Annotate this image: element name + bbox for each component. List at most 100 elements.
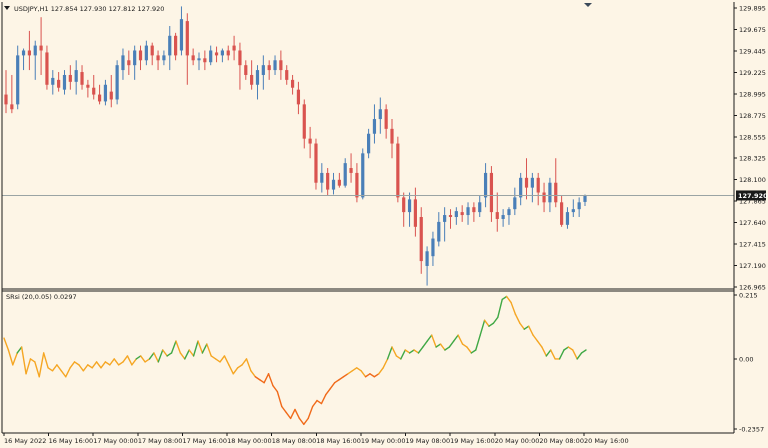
candle-bearish: [92, 87, 96, 95]
candle-bearish: [326, 172, 330, 190]
candle-bearish: [86, 84, 90, 88]
candle-bearish: [174, 35, 178, 56]
candle-bearish: [185, 21, 189, 56]
candle-bullish: [62, 74, 67, 90]
candle-bullish: [33, 45, 37, 56]
candle-bearish: [214, 52, 219, 56]
candle-bearish: [150, 45, 154, 56]
candle-bullish: [443, 215, 447, 222]
candle-bearish: [390, 128, 394, 144]
candle-bearish: [238, 50, 242, 66]
indicator-tick-label: 0.215: [739, 292, 758, 300]
candle-bearish: [57, 79, 61, 88]
candle-bullish: [565, 212, 570, 225]
candle-bullish: [74, 70, 78, 82]
candle-bearish: [396, 143, 400, 198]
candle-bearish: [419, 217, 423, 262]
price-tick-label: 128.555: [739, 133, 766, 141]
time-tick-label: 19 May 16:00: [450, 437, 495, 445]
candle-bearish: [402, 197, 406, 213]
candle-bearish: [308, 138, 312, 144]
candle-bullish: [431, 238, 435, 257]
candle-bearish: [10, 104, 14, 110]
candle-bullish: [501, 215, 505, 219]
price-tick-label: 128.995: [739, 90, 766, 98]
candle-bearish: [355, 172, 359, 198]
candle-bearish: [536, 177, 540, 193]
candle-bullish: [197, 58, 201, 61]
price-tick-label: 128.325: [739, 155, 766, 163]
candle-bullish: [273, 60, 277, 71]
current-price-label: 127.920: [738, 192, 768, 200]
candle-bullish: [519, 177, 523, 198]
price-tick-label: 127.190: [739, 262, 766, 270]
candle-bullish: [361, 153, 365, 198]
candle-bearish: [314, 143, 318, 183]
price-tick-label: 129.675: [739, 26, 766, 34]
time-tick-label: 16 May 2022: [4, 437, 46, 445]
candle-bullish: [407, 199, 412, 213]
candle-bullish: [220, 50, 224, 56]
candle-bearish: [80, 72, 84, 85]
candle-bullish: [530, 177, 534, 188]
candle-bullish: [121, 55, 125, 71]
time-tick-label: 17 May 16:00: [182, 437, 227, 445]
indicator-tick-label: 0.00: [739, 355, 753, 363]
chart-svg[interactable]: 129.895 129.675 129.445 129.225 128.995 128.7…: [0, 0, 768, 448]
candle-bearish: [127, 60, 131, 66]
candle-bearish: [97, 94, 102, 102]
candle-bearish: [279, 60, 283, 71]
candle-bearish: [45, 52, 49, 85]
candle-bearish: [302, 104, 306, 139]
candle-bullish: [483, 172, 488, 198]
indicator-tick-label: -0.2357: [739, 426, 764, 434]
time-tick-label: 20 May 00:00: [495, 437, 540, 445]
candle-bearish: [554, 182, 558, 203]
candle-bullish: [209, 50, 213, 63]
candle-bullish: [372, 119, 377, 134]
time-tick-label: 17 May 08:00: [138, 437, 183, 445]
candle-bearish: [560, 202, 564, 225]
candle-bearish: [524, 177, 529, 188]
time-tick-label: 16 May 16:00: [49, 437, 94, 445]
candle-bullish: [144, 45, 148, 61]
candle-bullish: [513, 197, 517, 210]
candle-bearish: [68, 74, 72, 82]
candle-bearish: [250, 74, 254, 85]
price-tick-label: 127.640: [739, 219, 766, 227]
time-tick-label: 18 May 08:00: [272, 437, 317, 445]
candle-bearish: [138, 50, 143, 61]
candle-bearish: [267, 65, 271, 71]
candle-bullish: [343, 163, 347, 186]
candle-bullish: [378, 109, 382, 120]
candle-bearish: [460, 212, 464, 216]
candle-bullish: [103, 84, 108, 102]
time-tick-label: 20 May 16:00: [584, 437, 629, 445]
candle-bullish: [255, 70, 260, 85]
candle-bullish: [16, 55, 20, 105]
time-tick-label: 17 May 00:00: [93, 437, 138, 445]
candle-bullish: [466, 207, 470, 216]
candle-bearish: [349, 168, 353, 173]
candle-bullish: [367, 133, 371, 154]
time-tick-label: 20 May 08:00: [539, 437, 584, 445]
candle-bullish: [425, 251, 429, 266]
price-tick-label: 129.445: [739, 47, 766, 55]
price-tick-label: 129.225: [739, 69, 766, 77]
candle-bullish: [179, 19, 184, 51]
candle-bullish: [478, 202, 482, 213]
indicator-panel-header: SRsi (20,0.05) 0.0297: [6, 293, 77, 301]
candle-bearish: [542, 192, 546, 203]
time-tick-label: 18 May 16:00: [316, 437, 361, 445]
candle-bullish: [507, 209, 511, 216]
candle-bearish: [448, 215, 453, 218]
candle-bearish: [337, 179, 341, 186]
price-tick-label: 129.895: [739, 5, 766, 13]
candle-bullish: [331, 179, 336, 190]
candle-bearish: [296, 89, 301, 105]
price-tick-label: 127.415: [739, 241, 766, 249]
candle-bearish: [27, 50, 31, 56]
candle-bullish: [577, 202, 581, 210]
chart-background: [0, 0, 768, 448]
candle-bullish: [437, 221, 441, 242]
